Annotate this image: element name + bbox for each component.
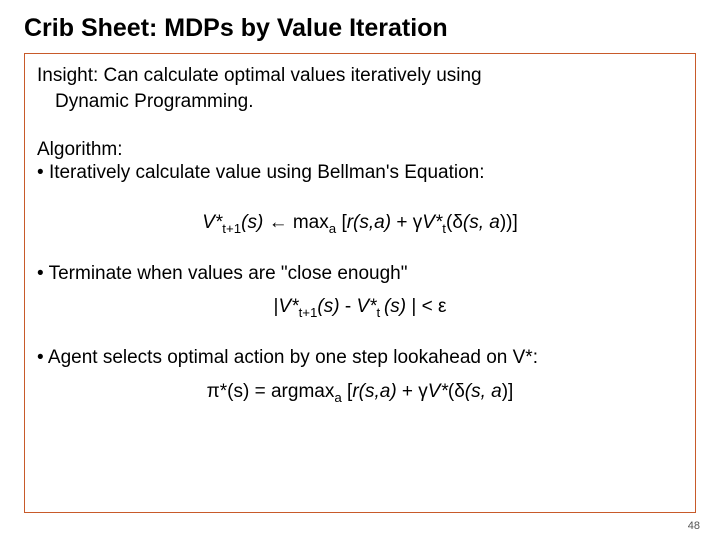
insight-line-2: Dynamic Programming. <box>37 90 683 114</box>
page-number: 48 <box>688 520 700 532</box>
content-box: Insight: Can calculate optimal values it… <box>24 53 696 513</box>
bullet-terminate: Terminate when values are "close enough" <box>37 262 683 287</box>
slide: Crib Sheet: MDPs by Value Iteration Insi… <box>0 0 720 540</box>
bullet-bellman: Iteratively calculate value using Bellma… <box>37 161 683 186</box>
insight-line-1: Insight: Can calculate optimal values it… <box>37 64 683 88</box>
slide-title: Crib Sheet: MDPs by Value Iteration <box>24 14 696 43</box>
equation-terminate: |V*t+1(s) - V*t (s) | < ε <box>37 296 683 320</box>
equation-bellman: V*t+1(s) ← maxa [r(s,a) + γV*t(δ(s, a))] <box>37 212 683 236</box>
left-arrow-icon: ← <box>269 212 288 233</box>
algorithm-label: Algorithm: <box>37 138 683 162</box>
equation-policy: π*(s) = argmaxa [r(s,a) + γV*(δ(s, a)] <box>37 381 683 405</box>
bullet-policy: Agent selects optimal action by one step… <box>37 346 683 371</box>
